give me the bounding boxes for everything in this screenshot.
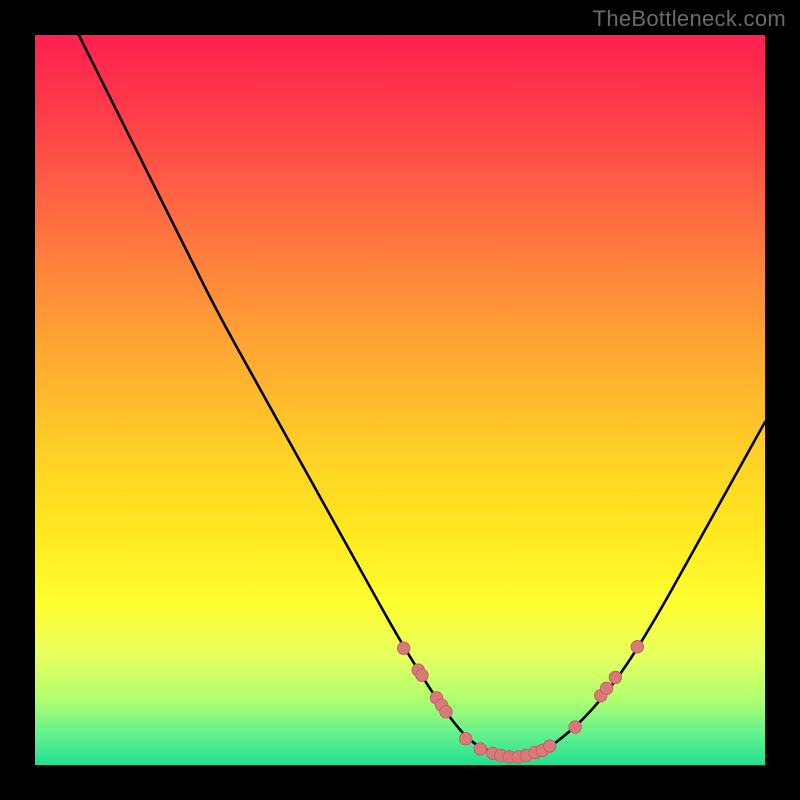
chart-curve [79, 35, 765, 758]
chart-marker [631, 641, 643, 653]
chart-markers [397, 641, 643, 764]
chart-svg [35, 35, 765, 765]
watermark-text: TheBottleneck.com [593, 6, 786, 32]
chart-marker [397, 642, 409, 654]
chart-marker [474, 743, 486, 755]
chart-marker [609, 671, 621, 683]
chart-marker [569, 721, 581, 733]
chart-marker [416, 669, 428, 681]
chart-plot-area [35, 35, 765, 765]
chart-marker [440, 706, 452, 718]
chart-marker [600, 682, 612, 694]
chart-marker [543, 740, 555, 752]
chart-marker [460, 733, 472, 745]
